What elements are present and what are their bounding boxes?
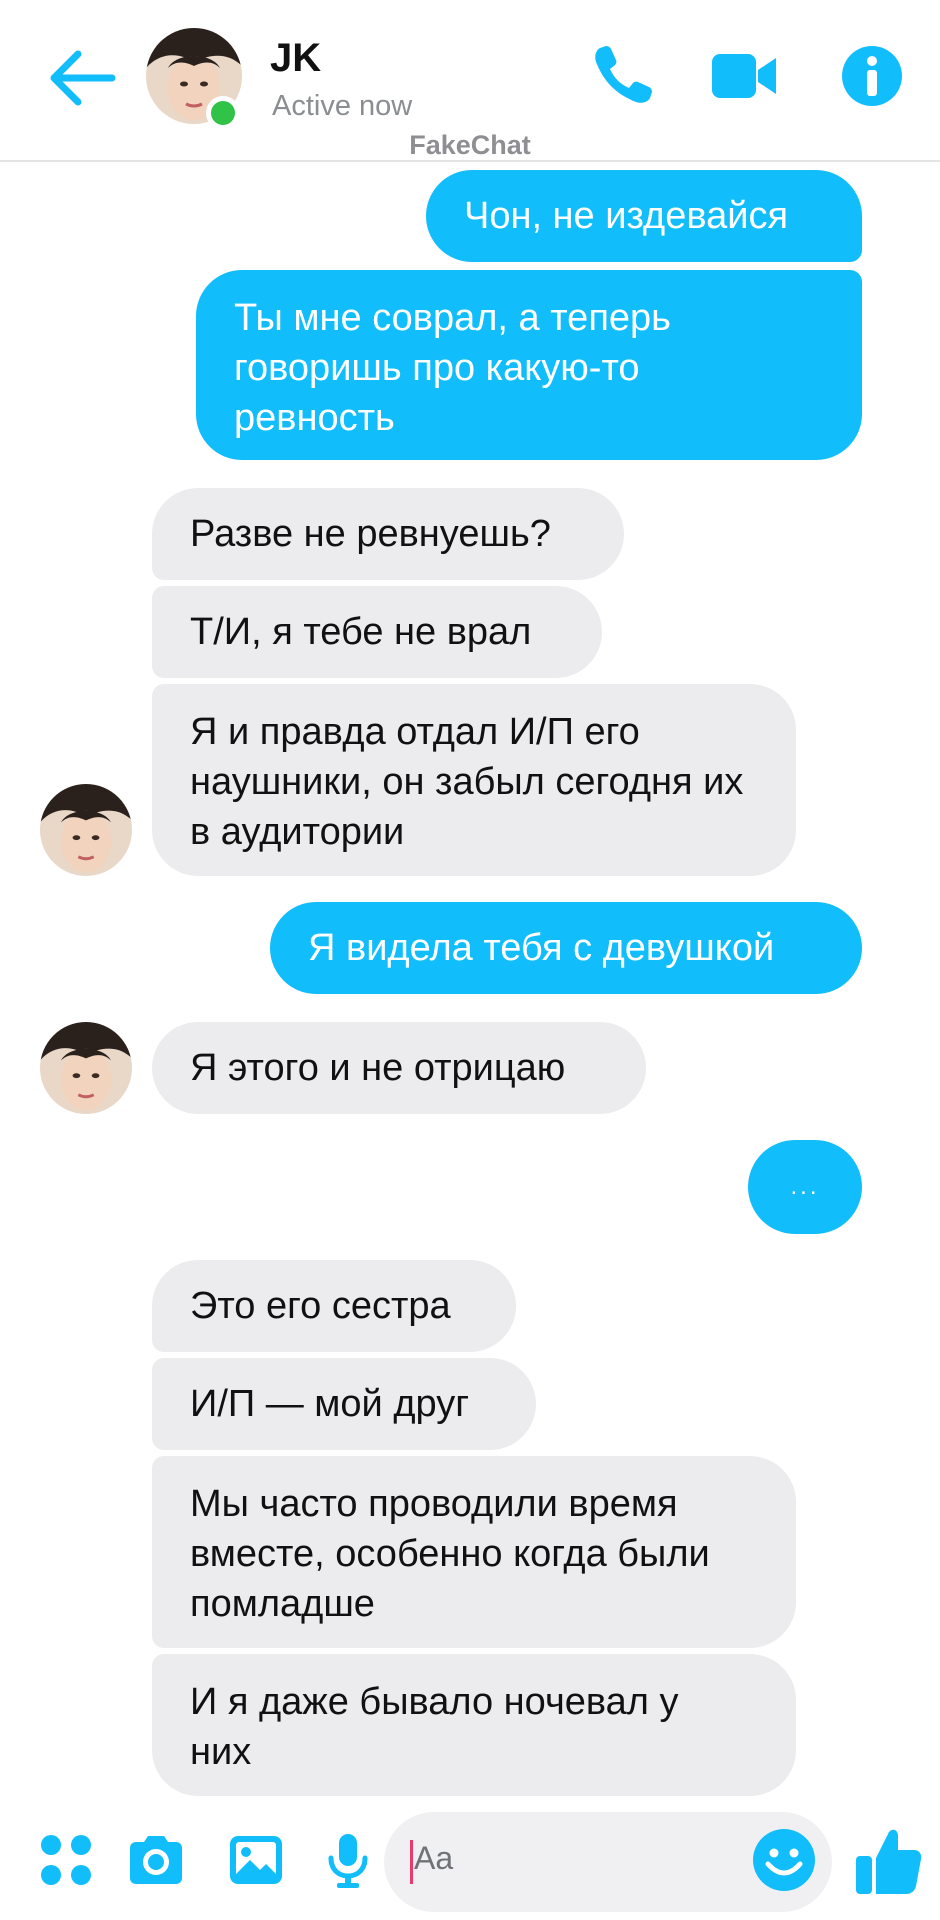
online-status-dot <box>206 96 240 130</box>
contact-name: JK <box>270 36 322 80</box>
microphone-icon[interactable] <box>318 1830 378 1890</box>
contact-avatar-small[interactable] <box>40 1022 132 1114</box>
video-call-icon[interactable] <box>708 40 780 112</box>
message-bubble-outgoing[interactable]: Ты мне соврал, а теперь говоришь про как… <box>196 270 862 460</box>
info-icon[interactable] <box>836 40 908 112</box>
message-bubble-incoming[interactable]: И/П — мой друг <box>152 1358 536 1450</box>
message-bubble-outgoing[interactable]: Я видела тебя с девушкой <box>270 902 862 994</box>
contact-avatar-small[interactable] <box>40 784 132 876</box>
message-bubble-incoming[interactable]: И я даже бывало ночевал у них <box>152 1654 796 1796</box>
message-bubble-incoming[interactable]: Т/И, я тебе не врал <box>152 586 602 678</box>
phone-call-icon[interactable] <box>586 40 658 112</box>
message-input-placeholder: Aa <box>414 1840 454 1876</box>
text-caret <box>410 1840 413 1884</box>
watermark-label: FakeChat <box>409 130 531 160</box>
emoji-icon[interactable] <box>750 1826 818 1894</box>
message-bubble-outgoing[interactable]: Чон, не издевайся <box>426 170 862 262</box>
message-bubble-incoming[interactable]: Я и правда отдал И/П его наушники, он за… <box>152 684 796 876</box>
message-bubble-incoming[interactable]: Мы часто проводили время вместе, особенн… <box>152 1456 796 1648</box>
contact-status: Active now <box>272 90 413 122</box>
message-bubble-outgoing[interactable]: ... <box>748 1140 862 1234</box>
message-bubble-incoming[interactable]: Я этого и не отрицаю <box>152 1022 646 1114</box>
gallery-icon[interactable] <box>226 1830 286 1890</box>
message-bubble-incoming[interactable]: Это его сестра <box>152 1260 516 1352</box>
camera-icon[interactable] <box>126 1830 186 1890</box>
chat-header: JK Active now FakeChat <box>0 0 940 162</box>
menu-dots-icon[interactable] <box>36 1830 96 1890</box>
thumbs-up-icon[interactable] <box>854 1822 922 1898</box>
message-bubble-incoming[interactable]: Разве не ревнуешь? <box>152 488 624 580</box>
back-arrow-icon[interactable] <box>48 46 118 110</box>
